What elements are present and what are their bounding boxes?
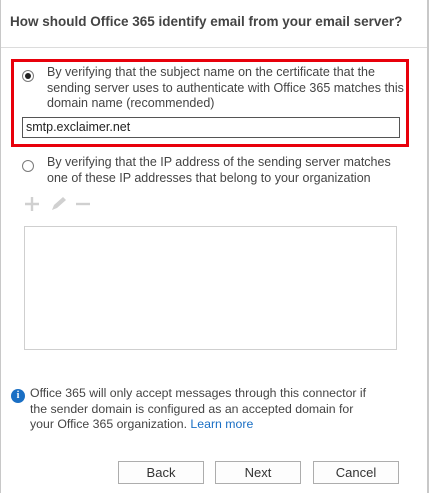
option-ip-line1: By verifying that the IP address of the …	[47, 155, 391, 169]
back-button[interactable]: Back	[118, 461, 204, 484]
pencil-icon[interactable]	[50, 196, 66, 214]
option-certificate-line3: domain name (recommended)	[47, 96, 215, 110]
radio-selected-dot	[25, 73, 31, 79]
option-ip-label[interactable]: By verifying that the IP address of the …	[47, 155, 391, 186]
info-line1: Office 365 will only accept messages thr…	[30, 386, 367, 400]
info-message: Office 365 will only accept messages thr…	[30, 386, 390, 433]
plus-icon[interactable]	[24, 196, 40, 214]
cancel-button[interactable]: Cancel	[313, 461, 399, 484]
option-certificate-line2: sending server uses to authenticate with…	[47, 80, 404, 95]
info-line3: your Office 365 organization. Learn more	[30, 417, 390, 433]
window-border-left	[0, 0, 1, 493]
info-line3-text: your Office 365 organization.	[30, 417, 187, 431]
learn-more-link[interactable]: Learn more	[190, 417, 253, 431]
page-title: How should Office 365 identify email fro…	[10, 14, 403, 29]
next-button[interactable]: Next	[215, 461, 301, 484]
ip-address-list[interactable]	[24, 226, 397, 350]
info-icon: i	[11, 389, 25, 403]
radio-ip-address[interactable]	[22, 160, 34, 172]
domain-name-input[interactable]: smtp.exclaimer.net	[22, 117, 400, 138]
option-certificate-line1: By verifying that the subject name on th…	[47, 65, 375, 79]
minus-icon[interactable]	[75, 196, 91, 214]
radio-certificate[interactable]	[22, 70, 34, 82]
option-certificate-label[interactable]: By verifying that the subject name on th…	[47, 65, 404, 112]
dialog-header: How should Office 365 identify email fro…	[1, 0, 427, 48]
info-line2: the sender domain is configured as an ac…	[30, 401, 354, 416]
option-ip-line2: one of these IP addresses that belong to…	[47, 170, 371, 185]
